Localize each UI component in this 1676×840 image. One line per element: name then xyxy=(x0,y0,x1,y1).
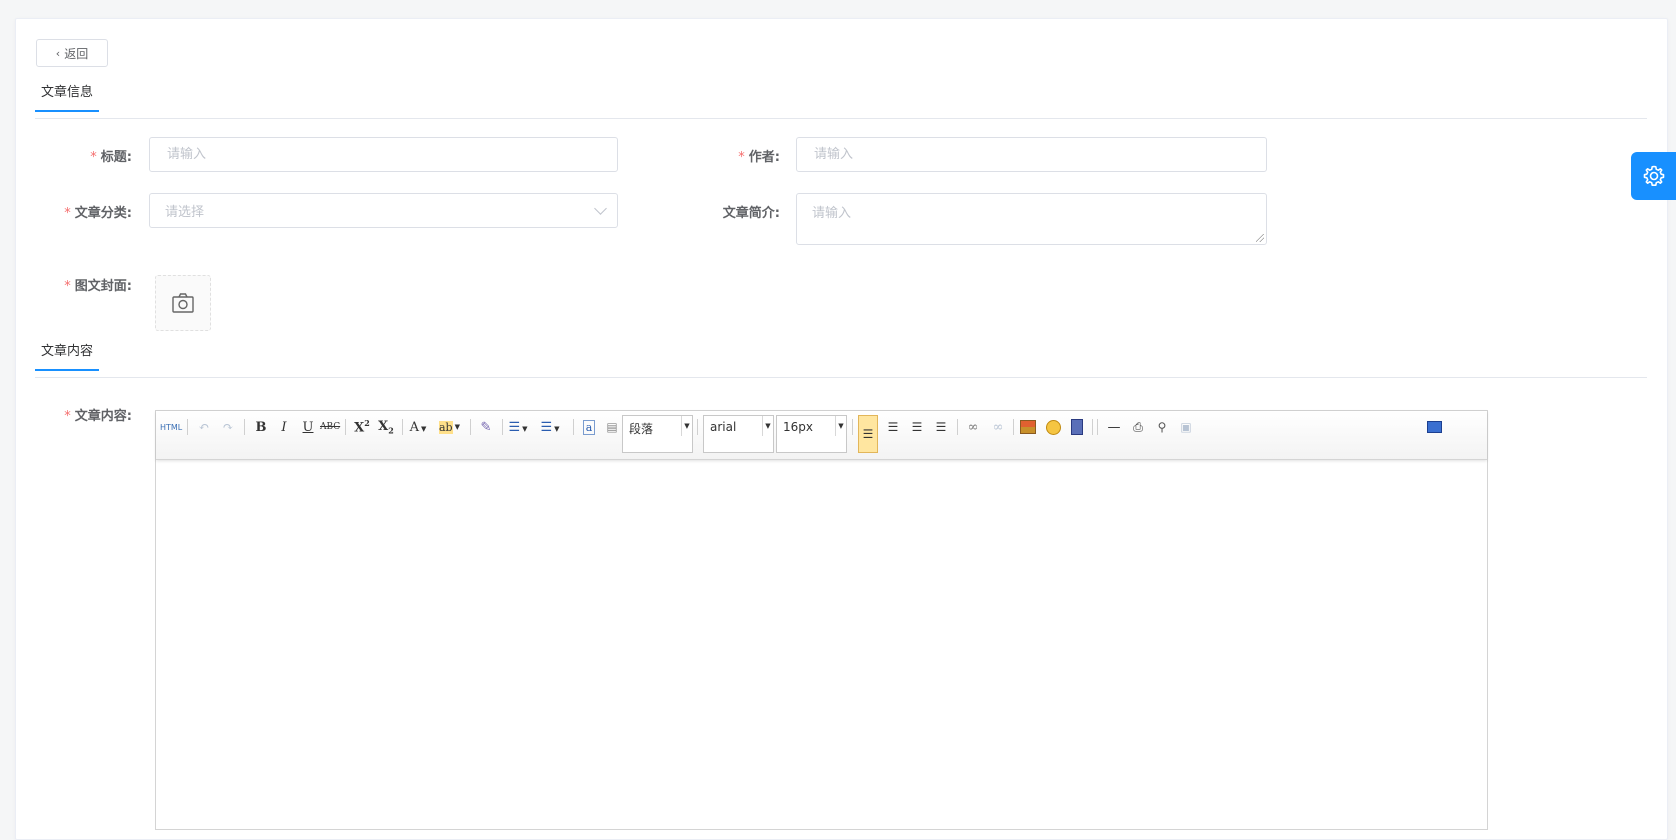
ordered-list-icon: ☰ ▼ xyxy=(508,419,528,435)
title-field-box xyxy=(149,137,618,172)
paste-icon: ▣ xyxy=(1180,420,1192,434)
cover-label: * 图文封面: xyxy=(64,279,132,294)
settings-tab[interactable] xyxy=(1631,152,1676,200)
highlight-icon: ab xyxy=(439,420,453,434)
anchor-button[interactable]: a xyxy=(579,416,599,438)
monitor-icon xyxy=(1426,421,1442,433)
align-justify-icon: ☰ xyxy=(935,420,947,434)
align-right-button[interactable]: ☰ xyxy=(907,416,927,438)
image-icon xyxy=(1020,420,1036,434)
strikethrough-button[interactable]: ABC xyxy=(320,416,340,438)
subscript-button[interactable]: X2 xyxy=(376,416,396,438)
camera-icon xyxy=(172,293,194,313)
font-color-icon: A ▼ xyxy=(409,419,427,435)
unlink-button[interactable]: ∞ xyxy=(988,416,1008,438)
resize-handle[interactable] xyxy=(1256,234,1264,242)
page-icon: ▤ xyxy=(606,420,618,434)
redo-icon: ↷ xyxy=(222,419,234,435)
author-label: * 作者: xyxy=(738,150,780,165)
horizontal-rule-button[interactable]: — xyxy=(1104,416,1124,438)
section-title-info: 文章信息 xyxy=(35,80,100,112)
required-mark: * xyxy=(64,279,71,294)
align-center-icon: ☰ xyxy=(887,420,899,434)
font-color-button[interactable]: A ▼ xyxy=(408,416,428,438)
preview-icon: ⚲ xyxy=(1157,420,1167,434)
paste-button[interactable]: ▣ xyxy=(1176,416,1196,438)
required-mark: * xyxy=(64,409,71,424)
page-break-button[interactable]: ▤ xyxy=(602,416,622,438)
section-divider-info xyxy=(35,118,1647,119)
emoji-button[interactable] xyxy=(1043,416,1063,438)
summary-textarea[interactable] xyxy=(812,202,1251,236)
category-select[interactable]: 请选择 xyxy=(149,193,618,228)
paragraph-select[interactable]: 段落 ▼ xyxy=(622,415,693,453)
italic-button[interactable]: I xyxy=(274,416,294,438)
bold-button[interactable]: B xyxy=(251,416,271,438)
unlink-icon: ∞ xyxy=(992,419,1004,435)
font-size-select[interactable]: 16px ▼ xyxy=(776,415,847,453)
gear-icon xyxy=(1643,165,1664,186)
summary-field-box xyxy=(796,193,1267,245)
back-button-label: 返回 xyxy=(64,46,89,61)
print-icon: ⎙ xyxy=(1133,419,1143,434)
align-left-icon: ☰ xyxy=(862,427,874,441)
undo-icon: ↶ xyxy=(198,419,210,435)
required-mark: * xyxy=(90,150,97,165)
emoji-icon xyxy=(1045,419,1061,435)
title-input[interactable] xyxy=(165,146,602,163)
dropdown-arrow-icon: ▼ xyxy=(835,416,846,436)
required-mark: * xyxy=(64,206,71,221)
anchor-icon: a xyxy=(582,419,596,435)
underline-button[interactable]: U xyxy=(298,416,318,438)
fullscreen-button[interactable] xyxy=(1424,416,1444,438)
back-button[interactable]: ‹ 返回 xyxy=(36,39,108,67)
ordered-list-button[interactable]: ☰ ▼ xyxy=(508,416,528,438)
required-mark: * xyxy=(738,150,745,165)
content-label: * 文章内容: xyxy=(64,409,132,424)
superscript-icon: X2 xyxy=(354,418,370,436)
chevron-left-icon: ‹ xyxy=(55,46,61,60)
clear-format-button[interactable]: ✎ xyxy=(476,416,496,438)
section-title-content: 文章内容 xyxy=(35,339,100,371)
link-button[interactable]: ∞ xyxy=(963,416,983,438)
align-right-icon: ☰ xyxy=(911,420,923,434)
dropdown-arrow-icon: ▼ xyxy=(762,416,773,436)
editor-toolbar: HTML ↶ ↷ B I U ABC X2 X2 A ▼ ab ▼ ✎ ☰ ▼ ☰ ▼ … xyxy=(156,411,1487,460)
category-label: * 文章分类: xyxy=(64,206,132,221)
image-button[interactable] xyxy=(1018,416,1038,438)
unordered-list-icon: ☰ ▼ xyxy=(540,419,560,435)
video-button[interactable] xyxy=(1067,416,1087,438)
category-placeholder: 请选择 xyxy=(165,205,205,220)
align-justify-button[interactable]: ☰ xyxy=(931,416,951,438)
subscript-icon: X2 xyxy=(378,418,394,436)
html-source-button[interactable]: HTML xyxy=(160,416,182,438)
horizontal-rule-icon: — xyxy=(1107,419,1121,435)
unordered-list-button[interactable]: ☰ ▼ xyxy=(540,416,560,438)
eraser-icon: ✎ xyxy=(480,419,492,435)
video-icon xyxy=(1071,419,1083,435)
align-center-button[interactable]: ☰ xyxy=(883,416,903,438)
redo-button[interactable]: ↷ xyxy=(218,416,238,438)
highlight-button[interactable]: ab ▼ xyxy=(439,416,460,438)
undo-button[interactable]: ↶ xyxy=(194,416,214,438)
chevron-down-icon xyxy=(594,202,607,215)
rich-text-editor: HTML ↶ ↷ B I U ABC X2 X2 A ▼ ab ▼ ✎ ☰ ▼ ☰ ▼ … xyxy=(155,410,1488,830)
section-divider-content xyxy=(35,377,1647,378)
font-family-select[interactable]: arial ▼ xyxy=(703,415,774,453)
link-icon: ∞ xyxy=(967,419,979,435)
print-button[interactable]: ⎙ xyxy=(1128,416,1148,438)
dropdown-arrow-icon: ▼ xyxy=(681,416,692,436)
preview-button[interactable]: ⚲ xyxy=(1152,416,1172,438)
editor-content-area[interactable] xyxy=(156,460,1487,830)
title-label: * 标题: xyxy=(90,150,132,165)
author-field-box xyxy=(796,137,1267,172)
author-input[interactable] xyxy=(812,146,1251,163)
superscript-button[interactable]: X2 xyxy=(352,416,372,438)
summary-label: 文章简介: xyxy=(722,206,780,221)
cover-upload[interactable] xyxy=(155,275,211,331)
align-left-button[interactable]: ☰ xyxy=(858,415,878,453)
